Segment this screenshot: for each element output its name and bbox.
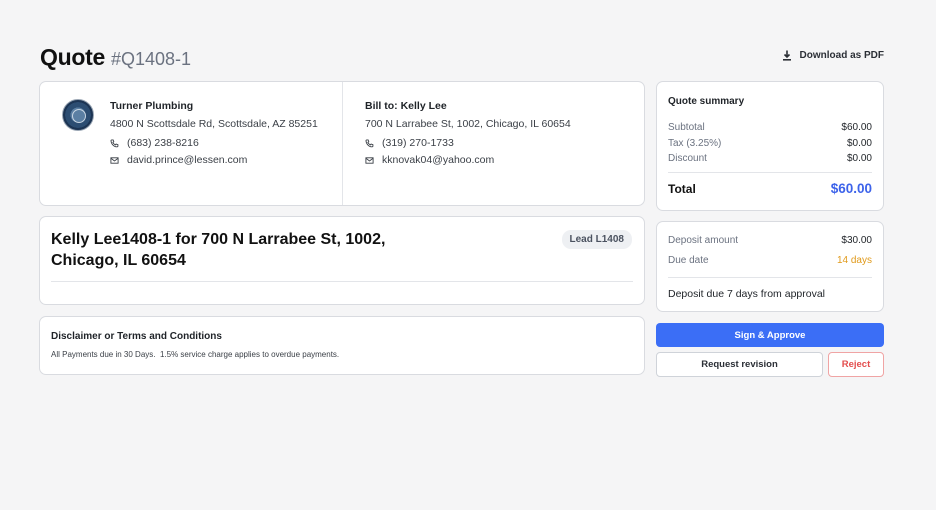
summary-heading: Quote summary bbox=[668, 96, 745, 107]
company-logo bbox=[62, 99, 94, 131]
bill-to-phone: (319) 270-1733 bbox=[365, 137, 625, 149]
summary-divider bbox=[668, 172, 872, 173]
tax-row: Tax (3.25%) $0.00 bbox=[668, 138, 872, 149]
bill-to-info: Bill to: Kelly Lee 700 N Larrabee St, 10… bbox=[365, 100, 625, 166]
terms-card: Disclaimer or Terms and Conditions All P… bbox=[39, 316, 645, 375]
discount-row: Discount $0.00 bbox=[668, 153, 872, 164]
tax-value: $0.00 bbox=[846, 138, 872, 149]
mail-icon bbox=[110, 156, 119, 164]
card-divider bbox=[342, 82, 343, 205]
parties-card: Turner Plumbing 4800 N Scottsdale Rd, Sc… bbox=[39, 81, 645, 206]
company-email: david.prince@lessen.com bbox=[110, 154, 330, 166]
quote-number: #Q1408-1 bbox=[110, 49, 192, 69]
bill-to-phone-text: (319) 270-1733 bbox=[382, 137, 454, 149]
quote-title-card: Kelly Lee1408-1 for 700 N Larrabee St, 1… bbox=[39, 216, 645, 305]
discount-label: Discount bbox=[668, 153, 707, 164]
total-label: Total bbox=[668, 182, 696, 196]
bill-to-address: 700 N Larrabee St, 1002, Chicago, IL 606… bbox=[365, 118, 571, 130]
due-date-label: Due date bbox=[668, 255, 709, 266]
deposit-amount-label: Deposit amount bbox=[668, 235, 739, 246]
reject-button[interactable]: Reject bbox=[828, 352, 884, 377]
download-pdf-label: Download as PDF bbox=[799, 50, 884, 61]
company-email-text: david.prince@lessen.com bbox=[127, 154, 248, 166]
deposit-amount-value: $30.00 bbox=[841, 235, 872, 246]
total-value: $60.00 bbox=[830, 181, 872, 196]
total-row: Total $60.00 bbox=[668, 181, 872, 196]
quote-title: Kelly Lee1408-1 for 700 N Larrabee St, 1… bbox=[51, 231, 386, 269]
subtotal-value: $60.00 bbox=[841, 122, 872, 133]
mail-icon bbox=[365, 156, 374, 164]
company-info: Turner Plumbing 4800 N Scottsdale Rd, Sc… bbox=[110, 100, 330, 166]
sign-approve-button[interactable]: Sign & Approve bbox=[656, 323, 884, 347]
quote-summary-card: Quote summary Subtotal $60.00 Tax (3.25%… bbox=[656, 81, 884, 211]
terms-text: All Payments due in 30 Days. 1.5% servic… bbox=[51, 350, 340, 359]
due-date-value: 14 days bbox=[836, 255, 872, 266]
discount-value: $0.00 bbox=[846, 153, 872, 164]
download-pdf-button[interactable]: Download as PDF bbox=[782, 50, 884, 61]
deposit-note: Deposit due 7 days from approval bbox=[668, 288, 826, 300]
tax-label: Tax (3.25%) bbox=[668, 138, 722, 149]
deposit-card: Deposit amount $30.00 Due date 14 days D… bbox=[656, 221, 884, 312]
phone-icon bbox=[365, 138, 374, 147]
subtotal-row: Subtotal $60.00 bbox=[668, 122, 872, 133]
phone-icon bbox=[110, 138, 119, 147]
company-name: Turner Plumbing bbox=[110, 100, 194, 112]
download-icon bbox=[782, 50, 791, 61]
lead-badge[interactable]: Lead L1408 bbox=[561, 230, 632, 249]
bill-to-name: Bill to: Kelly Lee bbox=[365, 100, 447, 112]
company-phone-text: (683) 238-8216 bbox=[127, 137, 199, 149]
title-divider bbox=[51, 281, 633, 282]
subtotal-label: Subtotal bbox=[668, 122, 705, 133]
deposit-amount-row: Deposit amount $30.00 bbox=[668, 235, 872, 246]
page-title-label: Quote bbox=[40, 44, 105, 70]
due-date-row: Due date 14 days bbox=[668, 255, 872, 266]
bill-to-email: kknovak04@yahoo.com bbox=[365, 154, 625, 166]
bill-to-email-text: kknovak04@yahoo.com bbox=[382, 154, 495, 166]
deposit-divider bbox=[668, 277, 872, 278]
company-phone: (683) 238-8216 bbox=[110, 137, 330, 149]
page-title: Quote #Q1408-1 bbox=[40, 44, 191, 71]
company-address: 4800 N Scottsdale Rd, Scottsdale, AZ 852… bbox=[110, 118, 318, 130]
terms-heading: Disclaimer or Terms and Conditions bbox=[51, 331, 222, 342]
request-revision-button[interactable]: Request revision bbox=[656, 352, 823, 377]
